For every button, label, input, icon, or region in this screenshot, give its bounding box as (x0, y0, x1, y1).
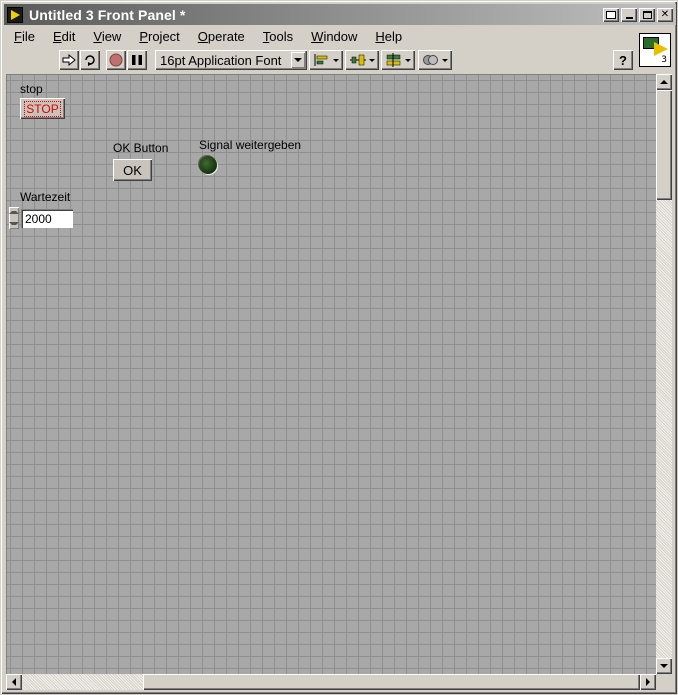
reorder-dropdown-icon (442, 58, 448, 62)
distribute-objects-icon (350, 54, 366, 66)
stop-label: stop (20, 82, 43, 96)
wartezeit-label: Wartezeit (20, 190, 71, 204)
stop-button[interactable]: STOP (20, 98, 65, 119)
led-label: Signal weitergeben (199, 138, 302, 152)
maximize-button[interactable] (639, 7, 655, 22)
increment-decrement-arrows[interactable] (9, 207, 19, 229)
reorder-button[interactable] (418, 50, 452, 70)
ok-button-text: OK (123, 162, 142, 178)
distribute-dropdown-icon (369, 58, 375, 62)
horizontal-scroll-thumb[interactable] (143, 674, 640, 690)
menu-window[interactable]: Window (301, 29, 365, 44)
run-continuously-button[interactable] (80, 50, 100, 70)
arrow-up-icon (660, 80, 668, 84)
scroll-up-button[interactable] (656, 74, 672, 90)
menu-file[interactable]: File (4, 29, 43, 44)
abort-button[interactable] (106, 50, 126, 70)
stop-button-text: STOP (24, 100, 61, 117)
font-select-dropdown[interactable] (291, 52, 305, 68)
scroll-down-button[interactable] (656, 658, 672, 674)
context-help-button[interactable]: ? (613, 50, 633, 70)
distribute-objects-button[interactable] (345, 50, 379, 70)
arrow-up-icon (9, 211, 19, 214)
vertical-scroll-thumb[interactable] (656, 90, 672, 200)
front-panel-canvas[interactable]: stop STOP OK Button OK Signal weitergebe… (6, 74, 656, 674)
scroll-left-button[interactable] (6, 674, 22, 690)
vi-arrow-glyph (654, 42, 668, 56)
title-bar[interactable]: Untitled 3 Front Panel * ✕ (4, 4, 676, 25)
arrow-down-icon (660, 664, 668, 668)
run-continuously-icon (85, 55, 95, 66)
menu-view[interactable]: View (83, 29, 129, 44)
run-button[interactable] (59, 50, 79, 70)
menu-tools[interactable]: Tools (253, 29, 301, 44)
menu-edit[interactable]: Edit (43, 29, 83, 44)
scrollbar-corner (656, 674, 672, 690)
maximize-icon (642, 10, 652, 19)
chevron-down-icon (294, 58, 302, 62)
vi-number: 3 (661, 55, 667, 65)
scroll-right-button[interactable] (640, 674, 656, 690)
help-icon: ? (619, 52, 627, 68)
resize-objects-icon (386, 53, 401, 67)
menu-help[interactable]: Help (365, 29, 410, 44)
align-dropdown-icon (333, 58, 339, 62)
close-icon: ✕ (660, 8, 670, 20)
print-window-button[interactable] (603, 7, 619, 22)
arrow-right-icon (646, 678, 650, 686)
close-button[interactable]: ✕ (657, 7, 673, 22)
arrow-down-icon (9, 222, 19, 225)
printer-icon (606, 10, 616, 19)
resize-objects-button[interactable] (381, 50, 415, 70)
abort-icon (109, 53, 123, 67)
font-select[interactable]: 16pt Application Font (155, 50, 307, 70)
vertical-scrollbar[interactable] (656, 74, 672, 674)
arrow-left-icon (12, 678, 16, 686)
window-title: Untitled 3 Front Panel * (29, 6, 186, 23)
pause-icon (132, 55, 142, 65)
minimize-icon (625, 16, 633, 19)
signal-led-indicator (199, 156, 217, 174)
horizontal-scrollbar[interactable] (6, 674, 656, 690)
vi-icon-pane[interactable]: 3 (639, 33, 671, 67)
increment-arrow[interactable] (9, 207, 19, 218)
font-select-value: 16pt Application Font (160, 52, 282, 68)
align-objects-icon (314, 54, 328, 66)
ok-button[interactable]: OK (113, 159, 152, 181)
wartezeit-field[interactable]: 2000 (21, 208, 73, 228)
minimize-button[interactable] (621, 7, 637, 22)
ok-button-label: OK Button (113, 141, 169, 155)
labview-app-icon[interactable] (7, 6, 23, 23)
front-panel-window: Untitled 3 Front Panel * ✕ File Edit Vie… (0, 0, 678, 695)
decrement-arrow[interactable] (9, 218, 19, 229)
run-icon (62, 54, 76, 66)
align-objects-button[interactable] (309, 50, 343, 70)
toolbar: 16pt Application Font ? (4, 47, 636, 73)
reorder-icon (423, 55, 438, 65)
menu-bar: File Edit View Project Operate Tools Win… (4, 27, 636, 46)
menu-project[interactable]: Project (129, 29, 187, 44)
menu-operate[interactable]: Operate (188, 29, 253, 44)
resize-dropdown-icon (405, 58, 411, 62)
pause-button[interactable] (127, 50, 147, 70)
wartezeit-numeric-control: 2000 (9, 207, 73, 229)
